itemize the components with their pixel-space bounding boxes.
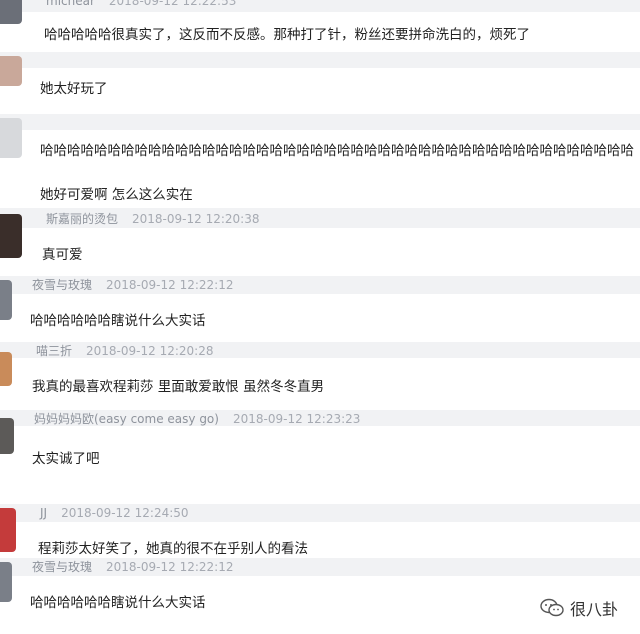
timestamp: 2018-09-12 12:20:28	[86, 344, 214, 358]
timestamp: 2018-09-12 12:22:53	[108, 0, 237, 8]
timestamp: 2018-09-12 12:22:12	[106, 560, 234, 574]
timestamp: 2018-09-12 12:24:50	[61, 506, 189, 520]
username: 妈妈妈妈欧(easy come easy go)	[34, 412, 219, 426]
comment-meta: michear 2018-09-12 12:22:53	[46, 0, 236, 8]
avatar[interactable]	[0, 118, 22, 158]
comment-header	[0, 52, 640, 68]
avatar[interactable]	[0, 214, 22, 258]
comment-meta: JJ 2018-09-12 12:24:50	[40, 506, 189, 520]
comment-text: 哈哈哈哈哈哈瞎说什么大实话	[30, 595, 206, 611]
comment-meta: 夜雪与玫瑰 2018-09-12 12:22:12	[32, 278, 233, 292]
comment-text: 哈哈哈哈哈哈哈哈哈哈哈哈哈哈哈哈哈哈哈哈哈哈哈哈哈哈哈哈哈哈哈哈哈哈哈哈哈哈哈哈…	[40, 143, 634, 159]
timestamp: 2018-09-12 12:23:23	[232, 412, 361, 426]
watermark: 很八卦	[540, 596, 618, 620]
avatar[interactable]	[0, 562, 12, 602]
comment: 她太好玩了	[0, 52, 640, 108]
comment-meta: 妈妈妈妈欧(easy come easy go) 2018-09-12 12:23…	[34, 412, 360, 426]
comment: JJ 2018-09-12 12:24:50 程莉莎太好笑了，她真的很不在乎别人的…	[0, 496, 640, 558]
watermark-text: 很八卦	[569, 600, 618, 619]
comment-text: 她太好玩了	[40, 81, 108, 97]
comment: 斯嘉丽的烫包 2018-09-12 12:20:38 真可爱	[0, 208, 640, 276]
avatar[interactable]	[0, 56, 22, 86]
comment-text-line2: 她好可爱啊 怎么这么实在	[40, 187, 193, 203]
comment-text: 太实诚了吧	[32, 451, 100, 467]
wechat-icon	[540, 598, 564, 618]
comment-meta: 喵三折 2018-09-12 12:20:28	[36, 344, 213, 358]
comment: 妈妈妈妈欧(easy come easy go) 2018-09-12 12:23…	[0, 404, 640, 496]
timestamp: 2018-09-12 12:20:38	[132, 212, 260, 226]
comment-header	[0, 114, 640, 130]
username: 喵三折	[36, 344, 73, 358]
comment-text: 程莉莎太好笑了，她真的很不在乎别人的看法	[38, 541, 308, 557]
username: 夜雪与玫瑰	[32, 278, 93, 292]
timestamp: 2018-09-12 12:22:12	[106, 278, 234, 292]
username: 夜雪与玫瑰	[32, 560, 93, 574]
comment-text: 我真的最喜欢程莉莎 里面敢爱敢恨 虽然冬冬直男	[32, 379, 325, 395]
comment: michear 2018-09-12 12:22:53 哈哈哈哈哈很真实了，这反而…	[0, 0, 640, 52]
avatar[interactable]	[0, 280, 12, 320]
comment: 夜雪与玫瑰 2018-09-12 12:22:12 哈哈哈哈哈哈瞎说什么大实话	[0, 276, 640, 340]
comment-meta: 斯嘉丽的烫包 2018-09-12 12:20:38	[46, 212, 259, 226]
username: 斯嘉丽的烫包	[46, 212, 119, 226]
username: michear	[46, 0, 95, 8]
comment-text: 哈哈哈哈哈很真实了，这反而不反感。那种打了针，粉丝还要拼命洗白的，烦死了	[44, 27, 530, 43]
avatar[interactable]	[0, 0, 22, 24]
avatar[interactable]	[0, 508, 16, 552]
avatar[interactable]	[0, 352, 12, 386]
comment-meta: 夜雪与玫瑰 2018-09-12 12:22:12	[32, 560, 233, 574]
comment: 哈哈哈哈哈哈哈哈哈哈哈哈哈哈哈哈哈哈哈哈哈哈哈哈哈哈哈哈哈哈哈哈哈哈哈哈哈哈哈哈…	[0, 108, 640, 208]
avatar[interactable]	[0, 418, 14, 454]
comment-text: 真可爱	[42, 247, 83, 263]
comment-text: 哈哈哈哈哈哈瞎说什么大实话	[30, 313, 206, 329]
comment: 喵三折 2018-09-12 12:20:28 我真的最喜欢程莉莎 里面敢爱敢恨 …	[0, 340, 640, 404]
username: JJ	[40, 506, 48, 520]
